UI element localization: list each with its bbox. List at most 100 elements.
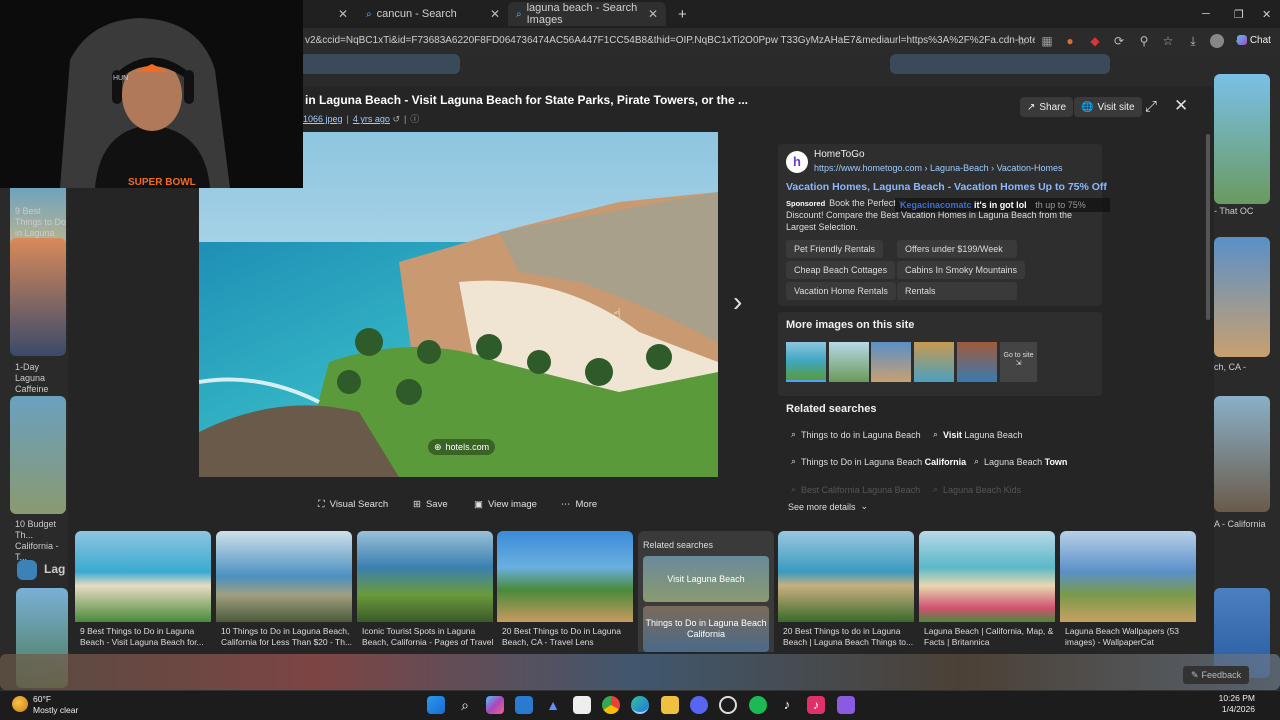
strip-thumbnail[interactable] [778, 531, 914, 622]
more-image-thumb[interactable] [914, 342, 954, 382]
strip-related-item[interactable]: Things to Do in Laguna Beach California [643, 606, 769, 652]
app-icon[interactable]: ▲ [544, 696, 562, 714]
ad-chip[interactable]: Vacation Home Rentals [786, 282, 896, 300]
tab-cancun[interactable]: ⌕ cancun - Search ✕ [358, 2, 508, 26]
go-to-site-button[interactable]: Go to site ⇲ [1000, 342, 1037, 382]
more-image-thumb[interactable] [871, 342, 911, 382]
extension-icon[interactable]: ⚲ [1137, 34, 1151, 48]
weather-widget[interactable]: 60°F Mostly clear [33, 694, 78, 716]
mail-icon[interactable] [515, 696, 533, 714]
app-icon[interactable] [719, 696, 737, 714]
extension-icon[interactable]: ◆ [1088, 34, 1102, 48]
ad-chip[interactable]: Rentals [897, 282, 1017, 300]
ad-chip[interactable]: Cheap Beach Cottages [786, 261, 896, 279]
profile-avatar[interactable] [1210, 34, 1224, 48]
strip-thumbnail[interactable] [216, 531, 352, 622]
result-thumbnail[interactable] [10, 396, 66, 514]
result-thumbnail[interactable] [1214, 396, 1270, 512]
modal-title[interactable]: in Laguna Beach - Visit Laguna Beach for… [305, 93, 748, 107]
close-icon[interactable]: ✕ [490, 7, 500, 21]
ad-chip[interactable]: Pet Friendly Rentals [786, 240, 884, 258]
related-search-item[interactable]: ⌕ Things to do in Laguna Beach [791, 429, 921, 440]
new-tab-button[interactable]: + [670, 2, 690, 26]
extension-icon[interactable]: ● [1063, 34, 1077, 48]
strip-thumbnail[interactable] [919, 531, 1055, 622]
strip-caption[interactable]: Iconic Tourist Spots in Laguna Beach, Ca… [362, 626, 498, 648]
view-image-button[interactable]: ▣ View image [474, 499, 537, 510]
download-icon[interactable]: ⤓ [1186, 34, 1200, 48]
favorites-icon[interactable]: ☆ [1161, 34, 1175, 48]
minimize-button[interactable]: ─ [1194, 2, 1214, 26]
window-close-button[interactable]: ✕ [1254, 2, 1274, 26]
strip-caption[interactable]: 10 Things to Do in Laguna Beach, Califor… [221, 626, 357, 648]
visit-site-button[interactable]: 🌐 Visit site [1074, 97, 1142, 117]
save-button[interactable]: ⊞ Save [413, 499, 448, 510]
more-image-thumb[interactable] [957, 342, 997, 382]
more-image-thumb[interactable] [829, 342, 869, 382]
related-search-item[interactable]: ⌕ Visit Laguna Beach [933, 429, 1022, 440]
result-thumbnail[interactable] [890, 54, 1110, 74]
star-icon[interactable]: ☆ [1015, 34, 1029, 48]
info-icon[interactable]: ⓘ [410, 114, 419, 124]
strip-caption[interactable]: Laguna Beach | California, Map, & Facts … [924, 626, 1060, 648]
result-thumbnail[interactable] [300, 54, 460, 74]
close-modal-button[interactable]: ✕ [1174, 96, 1188, 116]
url-field[interactable]: v2&ccid=NqBC1xTi&id=F73683A6220F8FD06473… [305, 32, 1035, 50]
weather-icon[interactable] [12, 696, 28, 712]
app-icon[interactable] [573, 696, 591, 714]
strip-related-item[interactable]: Visit Laguna Beach [643, 556, 769, 602]
share-button[interactable]: ↗ Share [1020, 97, 1074, 117]
ad-url[interactable]: https://www.hometogo.com › Laguna-Beach … [814, 163, 1062, 173]
strip-thumbnail[interactable] [357, 531, 493, 622]
feedback-button[interactable]: ✎ Feedback [1183, 666, 1250, 684]
ad-headline[interactable]: Vacation Homes, Laguna Beach - Vacation … [786, 181, 1107, 193]
more-button[interactable]: ⋯ More [561, 499, 597, 510]
next-image-arrow[interactable]: › [733, 286, 742, 318]
edge-icon[interactable] [631, 696, 649, 714]
related-search-item[interactable]: ⌕ Things to Do in Laguna Beach California [791, 456, 966, 467]
related-search-item[interactable]: ⌕ Laguna Beach Town [974, 456, 1067, 467]
start-button[interactable] [427, 696, 445, 714]
image-source-badge[interactable]: ⊕ hotels.com [428, 439, 496, 455]
visual-search-button[interactable]: ⛶ Visual Search [318, 499, 388, 510]
image-size[interactable]: 1066 jpeg [303, 114, 343, 124]
related-search-item[interactable]: ⌕ Best California Laguna Beach [791, 484, 920, 495]
restore-button[interactable]: ❐ [1226, 2, 1246, 26]
panel-scrollbar[interactable] [1206, 134, 1210, 320]
image-age[interactable]: 4 yrs ago [353, 114, 390, 124]
result-thumbnail[interactable] [1214, 74, 1270, 204]
tiktok-live-icon[interactable]: ♪ [807, 696, 825, 714]
strip-caption[interactable]: Laguna Beach Wallpapers (53 images) - Wa… [1065, 626, 1201, 648]
strip-thumbnail[interactable] [1060, 531, 1196, 622]
discord-icon[interactable] [690, 696, 708, 714]
ad-brand[interactable]: HomeToGo [814, 149, 865, 160]
extension-icon[interactable]: ▦ [1040, 34, 1054, 48]
see-more-details-button[interactable]: See more details ⌄ [788, 501, 868, 512]
ad-chip[interactable]: Cabins In Smoky Mountains [897, 261, 1026, 279]
tiktok-icon[interactable]: ♪ [778, 696, 796, 714]
result-thumbnail[interactable] [1214, 237, 1270, 357]
refresh-icon[interactable]: ⟳ [1112, 34, 1126, 48]
close-icon[interactable]: ✕ [330, 2, 350, 26]
result-row[interactable] [0, 654, 1280, 690]
app-icon[interactable] [837, 696, 855, 714]
search-icon[interactable]: ⌕ [456, 696, 474, 714]
strip-thumbnail[interactable] [75, 531, 211, 622]
close-icon[interactable]: ✕ [648, 7, 658, 21]
strip-caption[interactable]: 20 Best Things to Do in Laguna Beach, CA… [502, 626, 638, 648]
expand-icon[interactable]: ⤢ [1145, 98, 1157, 115]
copilot-icon[interactable] [486, 696, 504, 714]
system-clock[interactable]: 10:26 PM 1/4/2026 [1219, 693, 1255, 715]
ad-chip[interactable]: Offers under $199/Week [897, 240, 1017, 258]
more-image-thumb[interactable] [786, 342, 826, 382]
related-search-item[interactable]: ⌕ Laguna Beach Kids [933, 484, 1021, 495]
result-thumbnail[interactable] [10, 238, 66, 356]
file-explorer-icon[interactable] [661, 696, 679, 714]
strip-caption[interactable]: 9 Best Things to Do in Laguna Beach - Vi… [80, 626, 216, 648]
spotify-icon[interactable] [749, 696, 767, 714]
chrome-icon[interactable] [602, 696, 620, 714]
strip-thumbnail[interactable] [497, 531, 633, 622]
copilot-chat-button[interactable]: Chat [1234, 34, 1274, 48]
strip-caption[interactable]: 20 Best Things to do in Laguna Beach | L… [783, 626, 919, 648]
tab-laguna-beach[interactable]: ⌕ laguna beach - Search Images ✕ [508, 2, 666, 26]
